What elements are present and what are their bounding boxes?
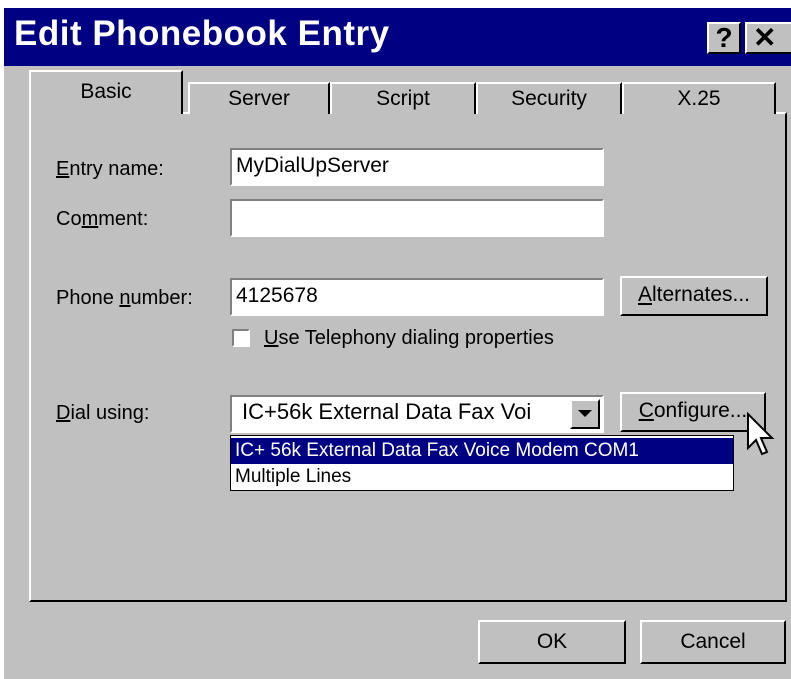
configure-mnemonic: C [638, 399, 654, 422]
entry-name-label: Entry name: [56, 158, 164, 181]
cancel-button[interactable]: Cancel [640, 620, 786, 664]
telephony-checkbox[interactable] [232, 329, 250, 347]
help-button[interactable]: ? [707, 22, 741, 54]
ok-button[interactable]: OK [478, 620, 626, 664]
comment-label-pre: Co [56, 208, 82, 230]
configure-button[interactable]: Configure... [620, 392, 766, 432]
window-title: Edit Phonebook Entry [14, 14, 390, 53]
phone-label-text: umber: [130, 287, 193, 309]
dial-using-select[interactable]: IC+56k External Data Fax Voi [230, 395, 604, 433]
dial-using-dropdown-list: IC+ 56k External Data Fax Voice Modem CO… [230, 435, 734, 491]
comment-mnemonic: m [81, 208, 99, 230]
comment-label: Comment: [56, 208, 148, 231]
dropdown-option-modem[interactable]: IC+ 56k External Data Fax Voice Modem CO… [231, 438, 733, 464]
alternates-button[interactable]: Alternates... [620, 276, 768, 316]
alternates-label: lternates... [651, 283, 751, 306]
comment-input[interactable] [230, 199, 604, 237]
phone-mnemonic: n [119, 287, 131, 309]
phone-number-input[interactable]: 4125678 [230, 278, 604, 316]
title-bar[interactable]: Edit Phonebook Entry ? ✕ [4, 8, 791, 66]
dropdown-option-multiple-lines[interactable]: Multiple Lines [231, 464, 733, 490]
tab-script[interactable]: Script [330, 82, 476, 114]
tab-basic[interactable]: Basic [29, 70, 183, 114]
tab-x25[interactable]: X.25 [622, 82, 776, 114]
telephony-label-text: se Telephony dialing properties [278, 327, 554, 349]
phone-number-label: Phone number: [56, 287, 193, 310]
phone-label-pre: Phone [56, 287, 120, 309]
entry-name-label-text: ntry name: [69, 158, 164, 180]
close-button[interactable]: ✕ [745, 22, 791, 54]
comment-label-text: ment: [98, 208, 149, 230]
chevron-down-icon [578, 410, 592, 417]
telephony-label[interactable]: Use Telephony dialing properties [264, 327, 554, 350]
alternates-mnemonic: A [637, 283, 652, 306]
entry-name-mnemonic: E [56, 158, 70, 180]
dropdown-arrow-button[interactable] [570, 399, 600, 429]
dial-using-label: Dial using: [56, 402, 149, 425]
configure-label: onfigure... [653, 399, 748, 422]
entry-name-input[interactable]: MyDialUpServer [230, 148, 604, 186]
dial-using-value: IC+56k External Data Fax Voi [242, 399, 532, 424]
dial-using-label-text: ial using: [70, 402, 150, 424]
dial-using-mnemonic: D [56, 402, 71, 424]
telephony-mnemonic: U [264, 327, 279, 349]
tab-security[interactable]: Security [476, 82, 622, 114]
tab-server[interactable]: Server [188, 82, 330, 114]
mouse-pointer-icon [747, 412, 775, 456]
